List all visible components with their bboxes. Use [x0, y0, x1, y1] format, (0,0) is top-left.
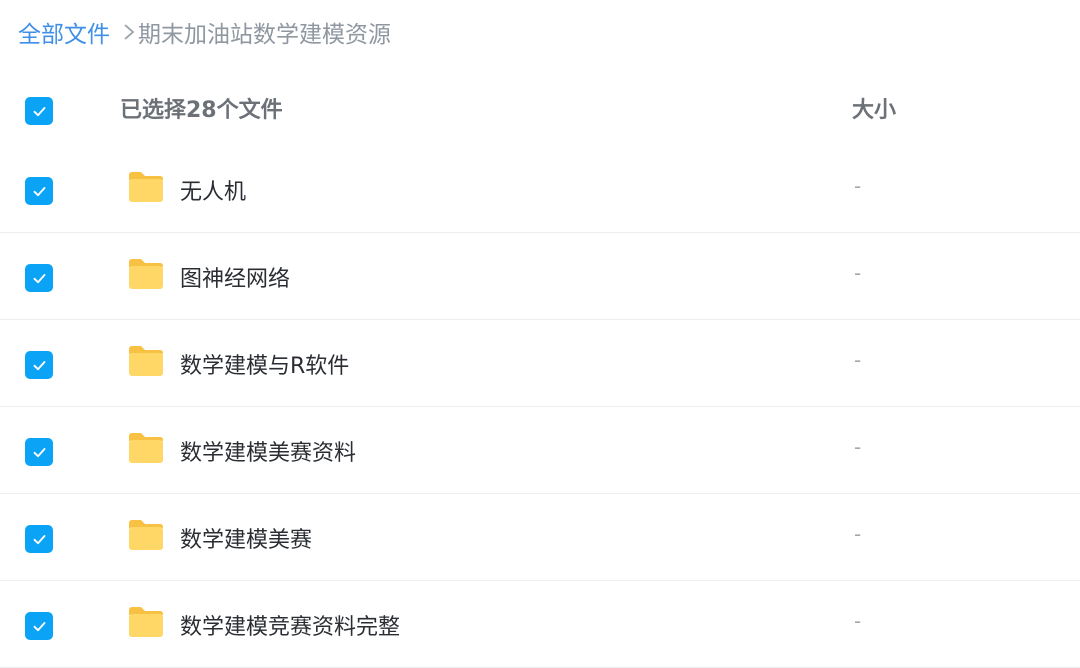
- file-size: -: [854, 261, 862, 285]
- chevron-right-icon: [122, 22, 136, 42]
- folder-icon: [127, 170, 165, 204]
- file-name[interactable]: 数学建模竞赛资料完整: [180, 609, 400, 641]
- file-name[interactable]: 图神经网络: [180, 261, 290, 293]
- folder-icon: [127, 344, 165, 378]
- check-icon: [33, 534, 45, 544]
- file-size: -: [854, 522, 862, 546]
- row-checkbox[interactable]: [25, 351, 53, 379]
- row-checkbox[interactable]: [25, 177, 53, 205]
- folder-icon: [127, 605, 165, 639]
- breadcrumb-current: 期末加油站数学建模资源: [138, 22, 391, 48]
- breadcrumb: 全部文件 期末加油站数学建模资源: [18, 14, 391, 50]
- file-row[interactable]: 图神经网络 -: [0, 233, 1080, 320]
- file-row[interactable]: 数学建模美赛资料 -: [0, 407, 1080, 494]
- file-size: -: [854, 435, 862, 459]
- file-size: -: [854, 174, 862, 198]
- file-row[interactable]: 数学建模竞赛资料完整 -: [0, 581, 1080, 668]
- check-icon: [33, 447, 45, 457]
- row-checkbox[interactable]: [25, 438, 53, 466]
- row-checkbox[interactable]: [25, 612, 53, 640]
- size-column-header[interactable]: 大小: [852, 92, 896, 124]
- file-name[interactable]: 数学建模美赛资料: [180, 435, 356, 467]
- row-checkbox[interactable]: [25, 525, 53, 553]
- folder-icon: [127, 431, 165, 465]
- file-list: 无人机 - 图神经网络 - 数学建模与R软件 - 数学建模美赛资料 - 数学建模…: [0, 146, 1080, 668]
- folder-icon: [127, 257, 165, 291]
- folder-icon: [127, 518, 165, 552]
- file-size: -: [854, 348, 862, 372]
- file-name[interactable]: 无人机: [180, 174, 246, 206]
- row-checkbox[interactable]: [25, 264, 53, 292]
- select-all-checkbox[interactable]: [25, 97, 53, 125]
- file-name[interactable]: 数学建模美赛: [180, 522, 312, 554]
- breadcrumb-root-link[interactable]: 全部文件: [18, 15, 110, 49]
- check-icon: [33, 273, 45, 283]
- check-icon: [33, 186, 45, 196]
- selected-count-label: 已选择28个文件: [120, 98, 283, 123]
- check-icon: [33, 360, 45, 370]
- file-row[interactable]: 数学建模美赛 -: [0, 494, 1080, 581]
- check-icon: [33, 106, 45, 116]
- file-size: -: [854, 609, 862, 633]
- file-name[interactable]: 数学建模与R软件: [180, 348, 349, 380]
- check-icon: [33, 621, 45, 631]
- file-row[interactable]: 数学建模与R软件 -: [0, 320, 1080, 407]
- file-list-header: 已选择28个文件 大小: [0, 78, 1080, 142]
- file-row[interactable]: 无人机 -: [0, 146, 1080, 233]
